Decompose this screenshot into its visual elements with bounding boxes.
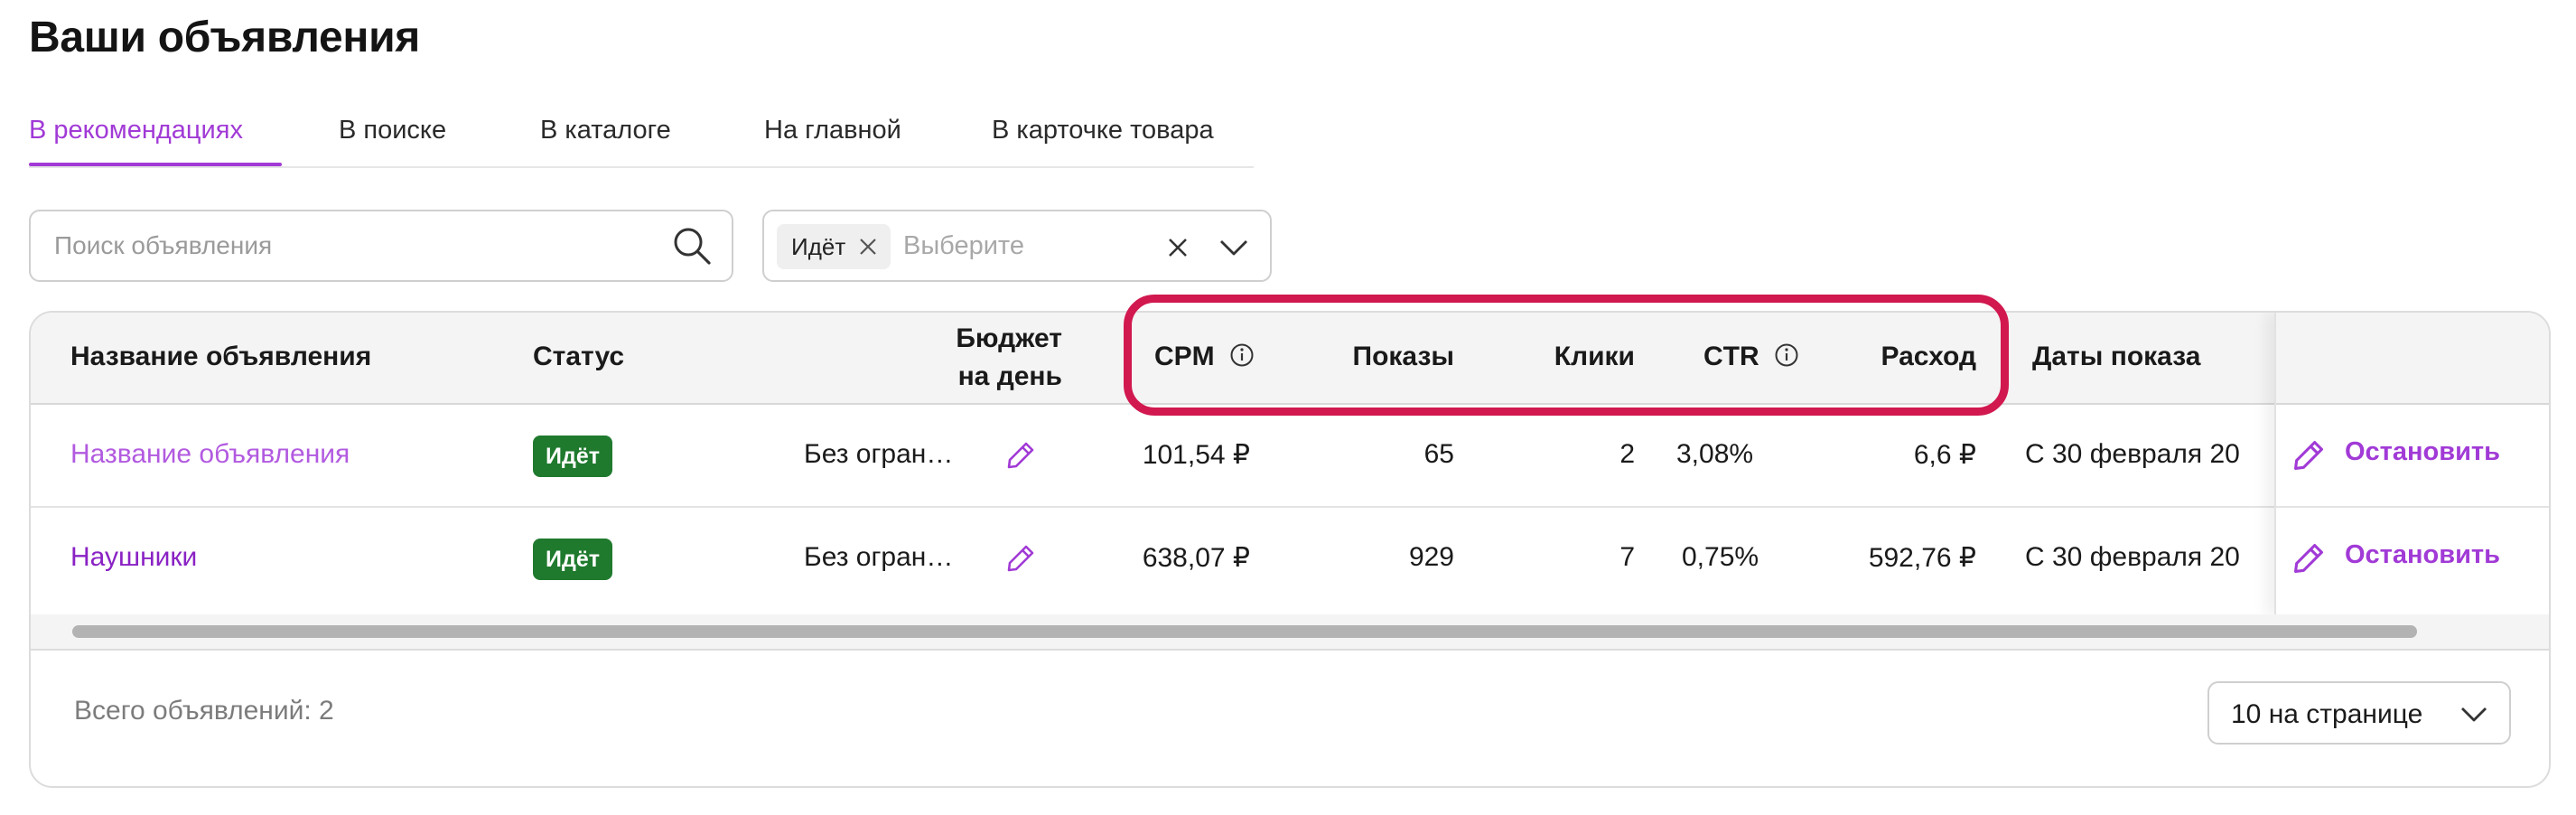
status-chip: Идёт <box>777 224 891 269</box>
status-filter-select[interactable]: Идёт Выберите <box>762 210 1272 282</box>
column-header-ctr-label: CTR <box>1703 342 1759 371</box>
cpm-value: 638,07 ₽ <box>1142 543 1250 573</box>
ad-name-link[interactable]: Наушники <box>70 542 197 573</box>
ads-table: Название объявления Статус Бюджет на ден… <box>29 311 2551 788</box>
tab-recommendations[interactable]: В рекомендациях <box>29 116 243 145</box>
column-header-status: Статус <box>533 342 625 371</box>
tab-product-card[interactable]: В карточке товара <box>992 116 1214 145</box>
tab-catalog[interactable]: В каталоге <box>540 116 671 145</box>
table-header: Название объявления Статус Бюджет на ден… <box>31 313 2549 405</box>
sticky-actions-column <box>2274 313 2549 616</box>
column-header-name: Название объявления <box>70 342 372 371</box>
column-header-dates: Даты показа <box>2032 342 2201 371</box>
column-header-spend: Расход <box>1881 342 1977 371</box>
dates-value: С 30 февраля 20 <box>2025 439 2240 469</box>
table-row: Название объявления Идёт Без огран… 101,… <box>31 405 2549 508</box>
page-size-select[interactable]: 10 на странице <box>2207 681 2511 745</box>
ad-name-link[interactable]: Название объявления <box>70 439 350 470</box>
remove-chip-icon[interactable] <box>856 235 880 258</box>
spend-value: 592,76 ₽ <box>1868 543 1976 573</box>
page-title: Ваши объявления <box>29 14 420 61</box>
edit-budget-icon[interactable] <box>1004 542 1037 575</box>
tab-search[interactable]: В поиске <box>339 116 446 145</box>
status-filter-placeholder: Выберите <box>903 231 1025 260</box>
page-size-label: 10 на странице <box>2231 699 2423 729</box>
scrollbar-thumb[interactable] <box>72 625 2417 638</box>
search-input[interactable] <box>54 211 668 280</box>
clear-filter-icon[interactable] <box>1163 233 1192 262</box>
search-box <box>29 210 733 282</box>
edit-budget-icon[interactable] <box>1004 439 1037 472</box>
status-badge: Идёт <box>533 436 612 477</box>
tab-main-page[interactable]: На главной <box>764 116 901 145</box>
column-header-cpm: CPM <box>1154 342 1255 372</box>
info-icon[interactable] <box>1774 342 1799 368</box>
column-header-budget-line1: Бюджет <box>956 323 1062 353</box>
search-icon[interactable] <box>672 226 712 266</box>
clicks-value: 2 <box>1619 439 1635 469</box>
spend-value: 6,6 ₽ <box>1913 440 1976 470</box>
ctr-value: 0,75% <box>1682 542 1759 572</box>
status-badge: Идёт <box>533 539 612 580</box>
column-header-clicks: Клики <box>1554 342 1635 371</box>
ctr-value: 3,08% <box>1676 439 1754 469</box>
column-header-shows: Показы <box>1352 342 1455 371</box>
budget-value: Без огран… <box>804 542 954 572</box>
active-tab-indicator <box>29 163 282 166</box>
shows-value: 65 <box>1423 439 1454 469</box>
placement-tabs: В рекомендациях В поиске В каталоге На г… <box>29 107 1254 168</box>
chevron-down-icon <box>2461 707 2487 722</box>
budget-value: Без огран… <box>804 439 954 469</box>
column-header-ctr: CTR <box>1703 342 1799 372</box>
shows-value: 929 <box>1408 542 1454 572</box>
dates-value: С 30 февраля 20 <box>2025 542 2240 572</box>
column-header-cpm-label: CPM <box>1154 342 1215 371</box>
chevron-down-icon[interactable] <box>1216 231 1252 264</box>
column-header-budget: Бюджет на день <box>956 320 1062 396</box>
total-ads-count: Всего объявлений: 2 <box>74 696 334 726</box>
column-header-budget-line2: на день <box>957 361 1062 391</box>
status-chip-label: Идёт <box>791 233 846 260</box>
table-row: Наушники Идёт Без огран… 638,07 ₽ 929 7 … <box>31 508 2549 611</box>
info-icon[interactable] <box>1229 342 1255 368</box>
clicks-value: 7 <box>1619 542 1635 572</box>
cpm-value: 101,54 ₽ <box>1142 440 1250 470</box>
horizontal-scrollbar[interactable] <box>31 614 2549 651</box>
